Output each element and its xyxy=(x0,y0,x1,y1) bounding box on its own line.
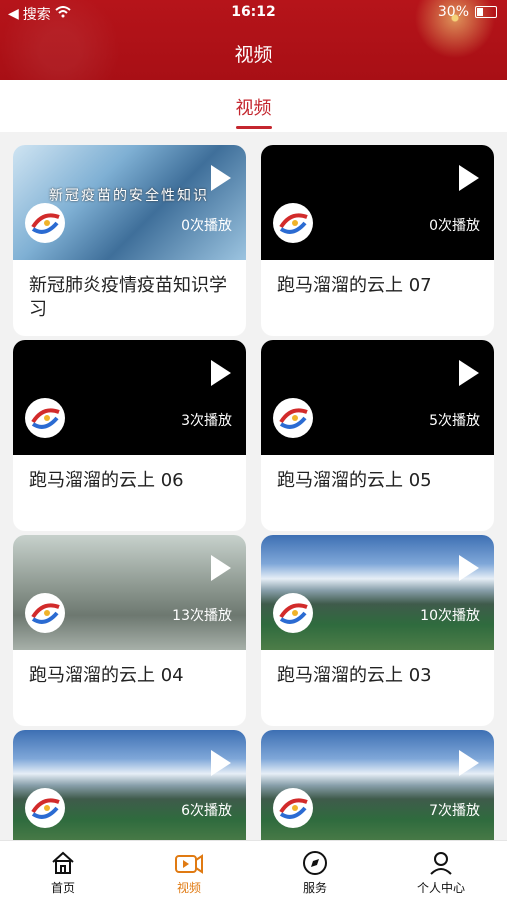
bottom-tab-bar: 首页 视频 服务 个人中心 xyxy=(0,840,507,901)
tab-active-indicator xyxy=(236,126,272,129)
play-count: 0次播放 xyxy=(181,218,232,234)
video-card[interactable]: 5次播放 跑马溜溜的云上 05 xyxy=(261,340,494,531)
user-icon[interactable] xyxy=(378,847,504,879)
play-count: 6次播放 xyxy=(181,803,232,819)
nav-home-label: 首页 xyxy=(50,881,75,895)
video-thumbnail[interactable]: 3次播放 xyxy=(13,340,246,455)
play-count: 5次播放 xyxy=(429,413,480,429)
video-thumbnail[interactable]: 6次播放 xyxy=(13,730,246,840)
channel-logo-icon xyxy=(273,398,313,438)
video-thumbnail[interactable]: 7次播放 xyxy=(261,730,494,840)
nav-home[interactable]: 首页 xyxy=(0,847,126,896)
play-icon[interactable] xyxy=(459,555,479,581)
nav-video[interactable]: 视频 xyxy=(126,847,252,896)
video-title[interactable]: 跑马溜溜的云上 04 xyxy=(13,650,246,726)
play-count: 10次播放 xyxy=(420,608,480,624)
nav-video-label: 视频 xyxy=(176,881,201,895)
channel-logo-icon xyxy=(273,203,313,243)
video-card[interactable]: 7次播放 xyxy=(261,730,494,840)
video-thumbnail[interactable]: 10次播放 xyxy=(261,535,494,650)
nav-profile-label: 个人中心 xyxy=(416,881,465,895)
compass-icon[interactable] xyxy=(252,847,378,879)
video-card[interactable]: 3次播放 跑马溜溜的云上 06 xyxy=(13,340,246,531)
header: ◀ 搜索 16:12 30% 视频 xyxy=(0,0,507,80)
play-icon[interactable] xyxy=(211,360,231,386)
tab-video[interactable]: 视频 xyxy=(0,94,507,120)
video-card[interactable]: 13次播放 跑马溜溜的云上 04 xyxy=(13,535,246,726)
video-card[interactable]: 10次播放 跑马溜溜的云上 03 xyxy=(261,535,494,726)
status-bar: ◀ 搜索 16:12 30% xyxy=(0,0,507,24)
video-title[interactable]: 跑马溜溜的云上 07 xyxy=(261,260,494,336)
play-icon[interactable] xyxy=(211,165,231,191)
channel-logo-icon xyxy=(25,593,65,633)
channel-logo-icon xyxy=(273,788,313,828)
channel-logo-icon xyxy=(25,788,65,828)
video-title[interactable]: 跑马溜溜的云上 06 xyxy=(13,455,246,531)
play-icon[interactable] xyxy=(459,360,479,386)
video-thumbnail[interactable]: 13次播放 xyxy=(13,535,246,650)
play-count: 0次播放 xyxy=(429,218,480,234)
play-icon[interactable] xyxy=(211,750,231,776)
video-thumbnail[interactable]: 0次播放 xyxy=(261,145,494,260)
play-icon[interactable] xyxy=(459,750,479,776)
play-count: 3次播放 xyxy=(181,413,232,429)
video-card[interactable]: 6次播放 xyxy=(13,730,246,840)
nav-service[interactable]: 服务 xyxy=(252,847,378,896)
thumbnail-overlay-text: 新冠疫苗的安全性知识 xyxy=(49,188,209,204)
channel-logo-icon xyxy=(25,398,65,438)
battery-percent: 30% xyxy=(437,4,469,20)
status-time: 16:12 xyxy=(231,4,276,20)
video-title[interactable]: 跑马溜溜的云上 05 xyxy=(261,455,494,531)
channel-logo-icon xyxy=(273,593,313,633)
page-title: 视频 xyxy=(234,44,273,66)
tab-bar: 视频 xyxy=(0,80,507,132)
home-icon[interactable] xyxy=(0,847,126,879)
nav-profile[interactable]: 个人中心 xyxy=(378,847,504,896)
video-title[interactable]: 新冠肺炎疫情疫苗知识学习 xyxy=(13,260,246,336)
play-icon[interactable] xyxy=(211,555,231,581)
play-icon[interactable] xyxy=(459,165,479,191)
video-card[interactable]: 0次播放 跑马溜溜的云上 07 xyxy=(261,145,494,336)
video-thumbnail[interactable]: 新冠疫苗的安全性知识 0次播放 xyxy=(13,145,246,260)
video-icon[interactable] xyxy=(126,847,252,879)
channel-logo-icon xyxy=(25,203,65,243)
play-count: 7次播放 xyxy=(429,803,480,819)
video-grid: 新冠疫苗的安全性知识 0次播放 新冠肺炎疫情疫苗知识学习 0次播放 跑马溜溜的云… xyxy=(0,132,507,840)
video-title[interactable]: 跑马溜溜的云上 03 xyxy=(261,650,494,726)
battery-icon xyxy=(475,6,497,18)
video-thumbnail[interactable]: 5次播放 xyxy=(261,340,494,455)
nav-service-label: 服务 xyxy=(302,881,327,895)
status-right: 30% xyxy=(438,4,497,20)
video-card[interactable]: 新冠疫苗的安全性知识 0次播放 新冠肺炎疫情疫苗知识学习 xyxy=(13,145,246,336)
play-count: 13次播放 xyxy=(172,608,232,624)
